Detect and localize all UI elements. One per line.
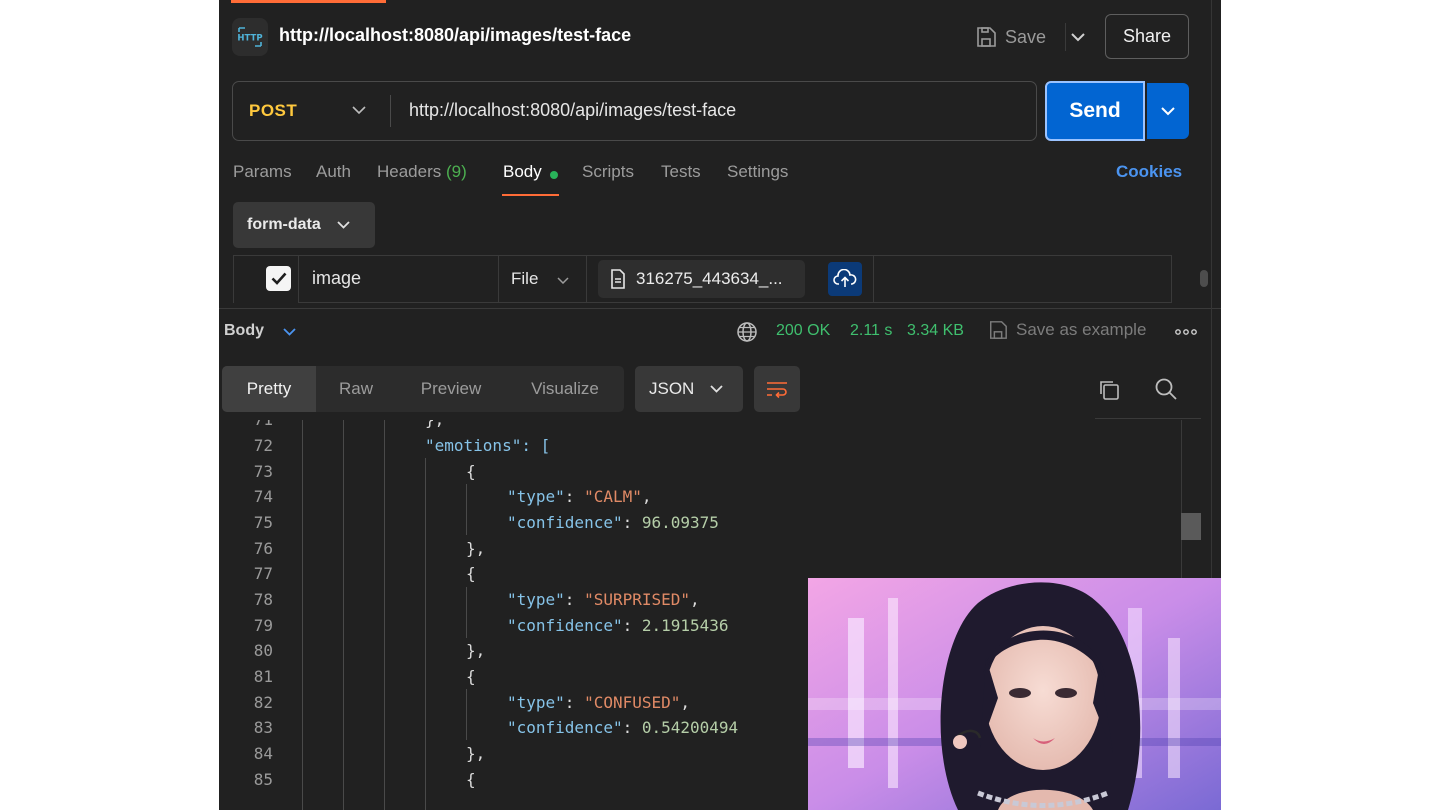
divider bbox=[390, 95, 391, 127]
tab-auth[interactable]: Auth bbox=[316, 162, 351, 182]
body-type-select[interactable]: form-data bbox=[233, 202, 375, 248]
body-type-label: form-data bbox=[247, 216, 321, 233]
divider bbox=[586, 255, 587, 303]
tab-pretty[interactable]: Pretty bbox=[222, 366, 316, 412]
status-code[interactable]: 200 OK bbox=[776, 322, 830, 340]
file-icon bbox=[611, 269, 625, 289]
cloud-upload-icon bbox=[833, 269, 857, 287]
divider bbox=[299, 302, 1172, 303]
save-as-example-button[interactable]: Save as example bbox=[988, 320, 1146, 340]
chevron-down-icon bbox=[710, 385, 723, 393]
wrap-lines-icon bbox=[767, 382, 787, 399]
share-button[interactable]: Share bbox=[1105, 14, 1189, 59]
send-button[interactable]: Send bbox=[1045, 81, 1145, 141]
response-body-label[interactable]: Body bbox=[224, 322, 264, 340]
save-example-label: Save as example bbox=[1016, 320, 1147, 339]
tab-preview[interactable]: Preview bbox=[396, 366, 506, 412]
tab-headers[interactable]: Headers (9) bbox=[377, 162, 467, 182]
divider bbox=[498, 255, 499, 303]
file-name: 316275_443634_... bbox=[636, 269, 783, 288]
tab-settings[interactable]: Settings bbox=[727, 162, 788, 182]
svg-text:HTTP: HTTP bbox=[237, 34, 262, 44]
chevron-down-icon bbox=[282, 328, 296, 336]
save-icon bbox=[990, 321, 1007, 339]
body-indicator-dot bbox=[550, 171, 558, 179]
request-title[interactable]: http://localhost:8080/api/images/test-fa… bbox=[279, 25, 631, 46]
more-options-button[interactable] bbox=[1174, 322, 1198, 342]
save-options-button[interactable] bbox=[1067, 23, 1089, 51]
tab-tests[interactable]: Tests bbox=[661, 162, 701, 182]
url-input[interactable]: http://localhost:8080/api/images/test-fa… bbox=[409, 100, 736, 121]
chevron-down-icon bbox=[1071, 32, 1085, 41]
divider bbox=[1065, 23, 1066, 51]
active-tab-underline bbox=[502, 194, 559, 196]
tab-visualize[interactable]: Visualize bbox=[506, 366, 624, 412]
code-scrollbar-thumb[interactable] bbox=[1181, 513, 1201, 540]
response-section-dropdown[interactable] bbox=[279, 322, 299, 342]
checkmark-icon bbox=[271, 272, 286, 285]
code-line: 71 }, bbox=[219, 420, 1181, 434]
active-tab-indicator bbox=[231, 0, 386, 3]
ellipsis-icon bbox=[1175, 329, 1197, 335]
form-key-field[interactable]: image bbox=[312, 268, 361, 289]
save-button[interactable]: Save bbox=[975, 23, 1046, 51]
code-line: 73 { bbox=[253, 462, 476, 481]
form-type-select[interactable]: File bbox=[511, 269, 538, 289]
format-label: JSON bbox=[649, 379, 695, 398]
type-dropdown-button[interactable] bbox=[553, 270, 573, 290]
chevron-down-icon bbox=[1161, 106, 1175, 115]
portrait-photo bbox=[808, 578, 1221, 810]
panel-divider[interactable] bbox=[219, 308, 1221, 309]
search-icon[interactable] bbox=[1154, 377, 1178, 401]
divider bbox=[298, 255, 299, 303]
http-icon: HTTP bbox=[232, 18, 268, 56]
upload-button[interactable] bbox=[828, 262, 862, 296]
chevron-down-icon bbox=[352, 105, 366, 114]
wrap-lines-button[interactable] bbox=[754, 366, 800, 412]
method-select[interactable]: POST bbox=[249, 101, 297, 121]
code-line: 74 "type": "CALM", bbox=[253, 487, 652, 506]
tab-raw[interactable]: Raw bbox=[316, 366, 396, 412]
save-icon bbox=[977, 27, 996, 47]
tab-params[interactable]: Params bbox=[233, 162, 292, 182]
tab-headers-label: Headers bbox=[377, 162, 442, 181]
copy-icon[interactable] bbox=[1097, 378, 1121, 402]
cookies-link[interactable]: Cookies bbox=[1116, 162, 1182, 182]
format-select[interactable]: JSON bbox=[635, 366, 743, 412]
tab-scripts[interactable]: Scripts bbox=[582, 162, 634, 182]
send-options-button[interactable] bbox=[1147, 83, 1189, 139]
globe-icon[interactable] bbox=[736, 321, 758, 343]
chevron-down-icon bbox=[557, 276, 569, 284]
code-line: 75 "confidence": 96.09375 bbox=[253, 513, 719, 532]
method-dropdown-button[interactable] bbox=[347, 98, 371, 122]
divider bbox=[873, 255, 874, 303]
save-label: Save bbox=[1005, 26, 1047, 47]
headers-count-badge: (9) bbox=[446, 162, 467, 181]
row-enabled-checkbox[interactable] bbox=[266, 266, 291, 291]
response-size[interactable]: 3.34 KB bbox=[907, 322, 964, 340]
tab-body[interactable]: Body bbox=[503, 162, 542, 182]
params-scrollbar[interactable] bbox=[1200, 270, 1208, 287]
selected-file-chip[interactable]: 316275_443634_... bbox=[598, 260, 805, 298]
chevron-down-icon bbox=[337, 221, 350, 229]
response-time[interactable]: 2.11 s bbox=[850, 322, 892, 340]
code-line: 76 }, bbox=[253, 539, 486, 558]
divider bbox=[1095, 418, 1201, 419]
code-line: 72 "emotions": [ bbox=[253, 436, 551, 455]
